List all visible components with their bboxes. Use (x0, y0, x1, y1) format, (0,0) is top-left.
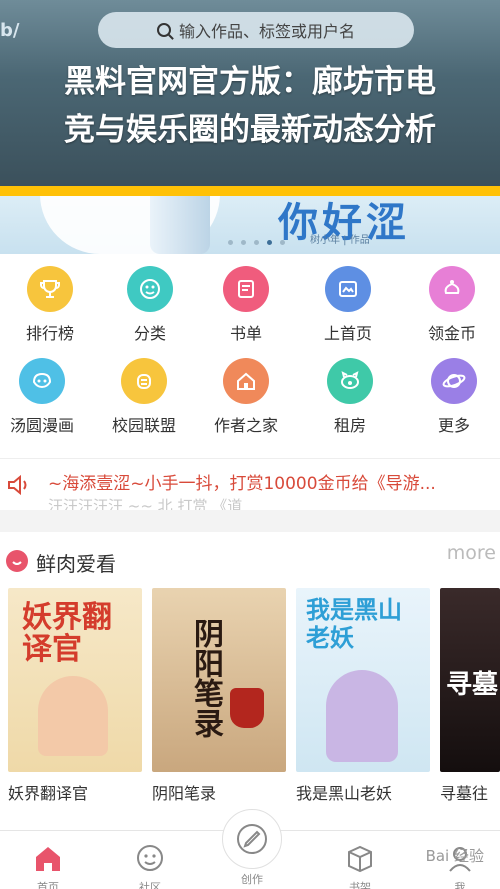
grid-item-homepage[interactable]: 上首页 (298, 266, 398, 344)
grid-item-more[interactable]: 更多 (404, 358, 500, 436)
book-cover: 妖界翻译官 (8, 588, 142, 772)
grid-item-label: 校园联盟 (111, 416, 176, 435)
nav-home[interactable]: 首页 (8, 841, 88, 889)
category-grid: 排行榜 分类 书单 上首页 领金币 汤圆漫画 校园联盟 作者之家 租房 更多 (0, 254, 500, 446)
grid-item-label: 汤圆漫画 (9, 416, 74, 435)
headline-underline (0, 186, 500, 196)
pig-icon (327, 358, 373, 404)
banner-pagination (228, 240, 285, 245)
homepage-icon (325, 266, 371, 312)
more-link[interactable]: more (447, 542, 496, 564)
planet-icon (431, 358, 477, 404)
grid-item-label: 作者之家 (213, 416, 278, 435)
book-title: 阴阳笔录 (152, 784, 217, 803)
grid-item-label: 书单 (229, 324, 262, 343)
brand-mark: b/ (0, 20, 20, 41)
trophy-icon (27, 266, 73, 312)
grid-item-rent[interactable]: 租房 (300, 358, 400, 436)
nav-community[interactable]: 社区 (110, 841, 190, 889)
announcement-marquee[interactable]: ~海添壹涩~小手一抖，打赏10000金币给《导游... 汪汪汪汪汪 ~~ 北 打… (0, 458, 500, 510)
book-card[interactable]: 我是黑山老妖 我是黑山老妖 (296, 588, 430, 804)
book-carousel: 妖界翻译官 妖界翻译官 阴阳笔录 阴阳笔录 我是黑山老妖 我是黑山老妖 寻墓 寻… (0, 588, 500, 818)
search-icon (156, 23, 171, 37)
section-header: 鲜肉爱看 more (0, 532, 500, 588)
cover-handprint (230, 688, 264, 728)
comic-icon (19, 358, 65, 404)
bottom-nav: 首页 社区 创作 书架 我 Bai 经验 (0, 809, 500, 889)
grid-item-category[interactable]: 分类 (100, 266, 200, 344)
banner-author: 树小年 | 作品 (310, 235, 370, 246)
pen-icon (237, 824, 267, 854)
bookshelf-icon (348, 845, 372, 873)
school-icon (121, 358, 167, 404)
book-title: 妖界翻译官 (8, 784, 89, 803)
announcement-text-next: 汪汪汪汪汪 ~~ 北 打赏 《道 (48, 497, 243, 510)
grid-item-author-home[interactable]: 作者之家 (196, 358, 296, 436)
grid-item-label: 分类 (133, 324, 166, 343)
promo-banner[interactable]: 你好涩 树小年 | 作品 (0, 196, 500, 254)
search-input[interactable]: 输入作品、标签或用户名 (98, 12, 414, 48)
nav-label: 首页 (37, 881, 59, 889)
banner-bottle (150, 196, 210, 254)
booklist-icon (223, 266, 269, 312)
book-title: 寻墓往 (440, 784, 489, 803)
cover-character (38, 676, 108, 756)
nav-label: 创作 (241, 873, 263, 886)
grid-item-booklist[interactable]: 书单 (196, 266, 296, 344)
home-icon (36, 847, 60, 871)
watermark-text: Bai 经验 (425, 847, 484, 865)
book-cover: 寻墓 (440, 588, 500, 772)
nav-label: 社区 (139, 881, 161, 889)
nav-label: 书架 (349, 881, 371, 889)
grid-item-label: 领金币 (427, 324, 476, 343)
pagination-dot[interactable] (280, 240, 285, 245)
grid-item-label: 更多 (437, 416, 470, 435)
book-card[interactable]: 寻墓 寻墓往 (440, 588, 500, 804)
top-header: b/ 输入作品、标签或用户名 黑料官网官方版：廊坊市电 竞与娱乐圈的最新动态分析 (0, 0, 500, 192)
book-card[interactable]: 妖界翻译官 妖界翻译官 (8, 588, 142, 804)
section-divider (0, 510, 500, 532)
headline-line-2: 竞与娱乐圈的最新动态分析 (64, 112, 436, 148)
nav-label: 我 (454, 881, 466, 889)
book-cover-title: 寻墓 (446, 670, 499, 700)
speaker-icon (8, 474, 27, 496)
book-cover: 阴阳笔录 (152, 588, 286, 772)
announcement-text: ~海添壹涩~小手一抖，打赏10000金币给《导游... (48, 474, 436, 494)
pagination-dot-active[interactable] (267, 240, 272, 245)
pagination-dot[interactable] (254, 240, 259, 245)
grid-item-comics[interactable]: 汤圆漫画 (0, 358, 92, 436)
pagination-dot[interactable] (228, 240, 233, 245)
section-badge-icon (6, 550, 28, 572)
coin-icon (429, 266, 475, 312)
community-icon (137, 845, 163, 871)
book-cover-title: 我是黑山老妖 (306, 596, 402, 652)
section-title: 鲜肉爱看 (36, 552, 116, 576)
book-title: 我是黑山老妖 (296, 784, 393, 803)
nav-create[interactable]: 创作 (212, 871, 292, 889)
book-cover-title: 妖界翻译官 (22, 600, 112, 667)
grid-item-school[interactable]: 校园联盟 (94, 358, 194, 436)
grid-item-label: 排行榜 (25, 324, 74, 343)
cover-character (326, 670, 398, 762)
pagination-dot[interactable] (241, 240, 246, 245)
category-icon (127, 266, 173, 312)
nav-bookshelf[interactable]: 书架 (320, 841, 400, 889)
grid-item-label: 租房 (333, 416, 366, 435)
book-cover: 我是黑山老妖 (296, 588, 430, 772)
grid-item-coins[interactable]: 领金币 (402, 266, 500, 344)
search-placeholder: 输入作品、标签或用户名 (178, 22, 355, 41)
book-card[interactable]: 阴阳笔录 阴阳笔录 (152, 588, 286, 804)
headline-line-1: 黑料官网官方版：廊坊市电 (64, 64, 436, 100)
grid-item-label: 上首页 (323, 324, 372, 343)
book-cover-title: 阴阳笔录 (188, 618, 223, 738)
grid-item-ranking[interactable]: 排行榜 (0, 266, 100, 344)
create-button[interactable] (222, 809, 282, 869)
house-icon (223, 358, 269, 404)
headline-overlay: 黑料官网官方版：廊坊市电 竞与娱乐圈的最新动态分析 (0, 58, 500, 154)
